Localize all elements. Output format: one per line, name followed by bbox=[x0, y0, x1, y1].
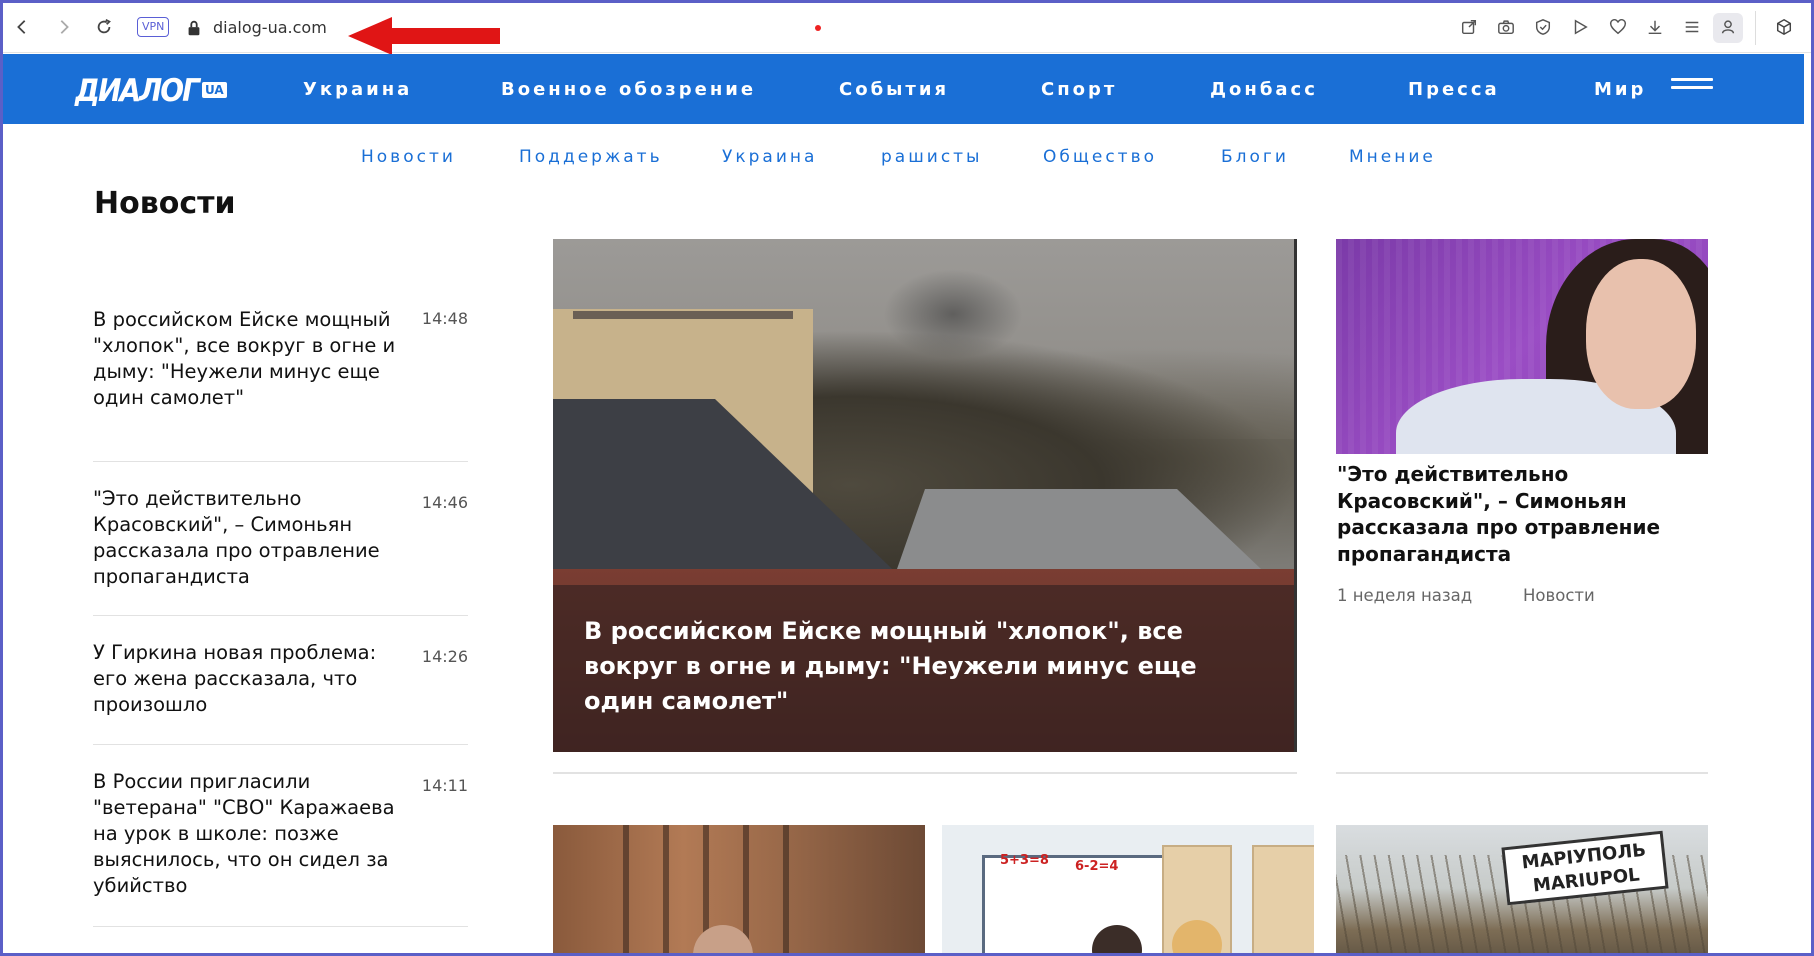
news-item: В России пригласили "ветерана" "СВО" Кар… bbox=[93, 745, 468, 927]
camera-icon[interactable] bbox=[1495, 16, 1517, 38]
news-time: 14:11 bbox=[421, 776, 468, 795]
nav-item-events[interactable]: События bbox=[839, 79, 949, 100]
site-header: ДИАЛОГ UA Украина Военное обозрение Собы… bbox=[3, 54, 1804, 124]
news-headline[interactable]: У Гиркина новая проблема: его жена расск… bbox=[93, 640, 403, 718]
subnav-item-news[interactable]: Новости bbox=[361, 147, 456, 167]
news-time: 14:26 bbox=[421, 647, 468, 666]
news-headline[interactable]: В России пригласили "ветерана" "СВО" Кар… bbox=[93, 769, 403, 899]
side-article-title[interactable]: "Это действительно Красовский", – Симонь… bbox=[1337, 461, 1697, 567]
address-bar-url[interactable]: dialog-ua.com bbox=[213, 18, 327, 37]
toolbar-divider bbox=[1755, 11, 1756, 45]
divider bbox=[1336, 772, 1708, 774]
profile-icon[interactable] bbox=[1717, 16, 1739, 38]
logo-badge: UA bbox=[201, 82, 227, 98]
subnav-item-society[interactable]: Общество bbox=[1043, 147, 1157, 167]
browser-window: VPN dialog-ua.com ДИАЛОГ UA Украина Воен… bbox=[3, 3, 1811, 953]
news-time: 14:48 bbox=[421, 309, 468, 328]
play-icon[interactable] bbox=[1569, 16, 1591, 38]
news-headline[interactable]: "Это действительно Красовский", – Симонь… bbox=[93, 486, 403, 590]
nav-item-military-review[interactable]: Военное обозрение bbox=[501, 79, 756, 100]
lock-icon[interactable] bbox=[183, 17, 205, 39]
download-icon[interactable] bbox=[1644, 16, 1666, 38]
divider bbox=[553, 772, 1297, 774]
article-thumbnail-classroom[interactable]: 5+3=8 6-2=4 bbox=[942, 825, 1314, 953]
board-label: 5+3=8 bbox=[1000, 853, 1049, 868]
news-item: У Гиркина новая проблема: его жена расск… bbox=[93, 616, 468, 745]
logo-text: ДИАЛОГ bbox=[75, 71, 200, 109]
news-item: "Это действительно Красовский", – Симонь… bbox=[93, 462, 468, 616]
heart-icon[interactable] bbox=[1607, 16, 1629, 38]
side-article-age: 1 неделя назад bbox=[1337, 586, 1473, 605]
forward-icon[interactable] bbox=[53, 16, 75, 38]
back-icon[interactable] bbox=[11, 16, 33, 38]
nav-item-donbass[interactable]: Донбасс bbox=[1210, 79, 1318, 100]
news-time: 14:46 bbox=[421, 493, 468, 512]
nav-item-world[interactable]: Мир bbox=[1594, 79, 1646, 100]
nav-item-ukraine[interactable]: Украина bbox=[303, 79, 412, 100]
board-label: 6-2=4 bbox=[1075, 859, 1119, 874]
subnav-item-blogs[interactable]: Блоги bbox=[1221, 147, 1289, 167]
subnav-item-rashists[interactable]: рашисты bbox=[881, 147, 982, 167]
featured-article-title[interactable]: В российском Ейске мощный "хлопок", все … bbox=[584, 614, 1274, 719]
extensions-box-icon[interactable] bbox=[1773, 16, 1795, 38]
subnav-item-ukraine[interactable]: Украина bbox=[722, 147, 817, 167]
news-section-title: Новости bbox=[94, 186, 236, 221]
side-article-category[interactable]: Новости bbox=[1523, 586, 1595, 605]
article-thumbnail-mariupol[interactable]: МАРІУПОЛЬ MARIUPOL bbox=[1336, 825, 1708, 953]
news-headline[interactable]: В российском Ейске мощный "хлопок", все … bbox=[93, 307, 403, 411]
news-list: В российском Ейске мощный "хлопок", все … bbox=[93, 303, 468, 927]
subnav-item-support[interactable]: Поддержать bbox=[519, 147, 663, 167]
site-logo[interactable]: ДИАЛОГ UA bbox=[75, 71, 227, 109]
featured-article-image[interactable]: В российском Ейске мощный "хлопок", все … bbox=[553, 239, 1297, 752]
burger-menu-icon[interactable] bbox=[1671, 78, 1713, 98]
menu-lines-icon[interactable] bbox=[1681, 16, 1703, 38]
subnav-item-opinion[interactable]: Мнение bbox=[1349, 147, 1436, 167]
shield-icon[interactable] bbox=[1532, 16, 1554, 38]
red-arrow-annotation bbox=[348, 17, 500, 55]
nav-item-press[interactable]: Пресса bbox=[1408, 79, 1500, 100]
news-item: В российском Ейске мощный "хлопок", все … bbox=[93, 303, 468, 462]
nav-item-sport[interactable]: Спорт bbox=[1041, 79, 1117, 100]
recording-dot bbox=[815, 25, 821, 31]
browser-toolbar: VPN dialog-ua.com bbox=[3, 3, 1811, 55]
vpn-badge[interactable]: VPN bbox=[137, 17, 170, 37]
share-icon[interactable] bbox=[1458, 16, 1480, 38]
side-article-image[interactable] bbox=[1336, 239, 1708, 454]
reload-icon[interactable] bbox=[93, 16, 115, 38]
article-thumbnail-courtroom[interactable] bbox=[553, 825, 925, 953]
